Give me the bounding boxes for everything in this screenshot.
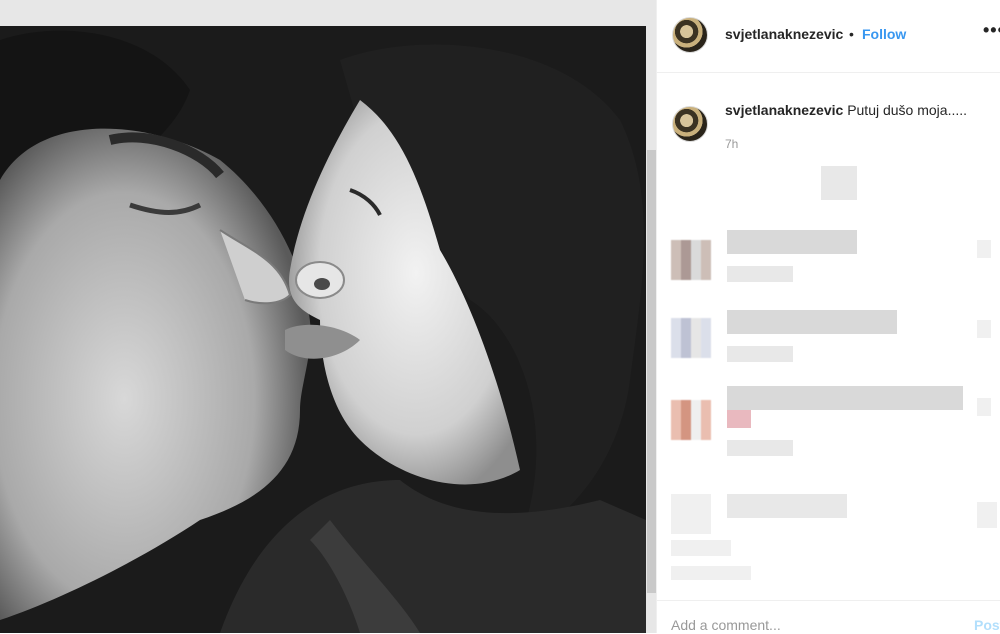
caption-username[interactable]: svjetlanaknezevic: [725, 102, 843, 118]
redacted-comment-emoji: [727, 410, 751, 428]
redacted-like-icon[interactable]: [977, 398, 991, 416]
post-comment-button[interactable]: Post: [974, 617, 1000, 633]
add-comment-input[interactable]: Add a comment...: [671, 617, 781, 633]
comment-avatar[interactable]: [671, 240, 711, 280]
comment-item: [657, 490, 1000, 590]
redacted-comment-text: [727, 494, 847, 518]
redacted-comment-meta: [727, 266, 793, 282]
caption-line: svjetlanaknezevic Putuj dušo moja.....: [725, 102, 967, 118]
redacted-comment-text: [727, 310, 897, 334]
image-scrollbar[interactable]: [647, 150, 656, 593]
comment-item: [657, 228, 1000, 298]
redacted-comment-meta: [671, 566, 751, 580]
comment-avatar[interactable]: [671, 400, 711, 440]
caption-avatar[interactable]: [672, 106, 708, 142]
redacted-comment-text: [727, 230, 857, 254]
comment-avatar[interactable]: [671, 318, 711, 358]
caption-text: Putuj dušo moja.....: [847, 102, 968, 118]
redacted-like-icon[interactable]: [977, 320, 991, 338]
follow-button[interactable]: Follow: [862, 26, 906, 42]
comment-avatar[interactable]: [671, 494, 711, 534]
post-photo: [0, 0, 656, 633]
post-header: svjetlanaknezevic • Follow •••: [657, 0, 1000, 73]
redacted-comment-meta: [727, 440, 793, 456]
comment-item: [657, 308, 1000, 378]
redacted-like-icon[interactable]: [977, 240, 991, 258]
author-username[interactable]: svjetlanaknezevic: [725, 26, 843, 42]
post-image[interactable]: [0, 0, 656, 633]
post-sidebar: svjetlanaknezevic • Follow ••• svjetlana…: [656, 0, 1000, 633]
author-avatar[interactable]: [672, 17, 708, 53]
redacted-comment-text: [727, 386, 963, 410]
comment-composer: Add a comment... Post: [657, 600, 1000, 634]
comment-item: [657, 386, 1000, 476]
post-timestamp[interactable]: 7h: [725, 137, 738, 151]
redacted-like-icon[interactable]: [977, 502, 997, 528]
redacted-like-indicator: [821, 166, 857, 200]
more-options-icon[interactable]: •••: [983, 20, 1000, 41]
redacted-comment-meta: [671, 540, 731, 556]
separator-dot: •: [849, 26, 854, 42]
redacted-comment-meta: [727, 346, 793, 362]
